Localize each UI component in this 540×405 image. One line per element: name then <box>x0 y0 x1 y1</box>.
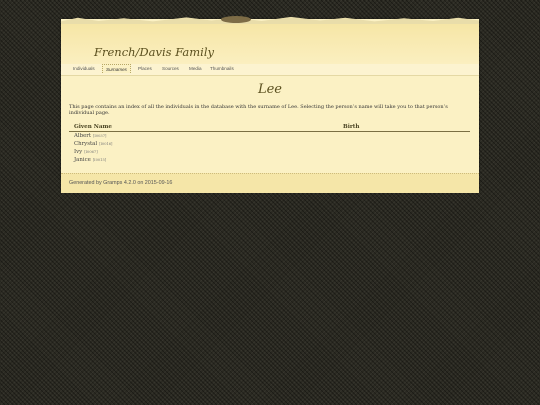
page-footer: Generated by Gramps 4.2.0 on 2015-09-16 <box>61 173 479 193</box>
person-id: [I0015] <box>92 158 107 162</box>
navigation-bar: Individuals Surnames Places Sources Medi… <box>61 64 479 76</box>
person-id: [I0016] <box>99 142 113 146</box>
person-name-link[interactable]: Ivy <box>74 149 82 155</box>
person-id: [I0067] <box>84 150 98 154</box>
table-row[interactable]: Ivy [I0067] <box>74 149 98 155</box>
page-title: Lee <box>257 82 283 97</box>
page-description: This page contains an index of all the i… <box>69 104 448 117</box>
nav-item-surnames[interactable]: Surnames <box>102 64 131 73</box>
nav-item-media[interactable]: Media <box>189 66 202 71</box>
nav-item-thumbnails[interactable]: Thumbnails <box>210 66 234 71</box>
nav-item-sources[interactable]: Sources <box>162 66 179 71</box>
site-title: French/Davis Family <box>94 45 215 59</box>
page-container: French/Davis Family Individuals Surnames… <box>61 16 479 193</box>
table-row[interactable]: Chrystal [I0016] <box>74 141 112 147</box>
column-header-given-name: Given Name <box>74 124 112 130</box>
table-header: Given Name Birth <box>69 124 470 132</box>
nav-item-places[interactable]: Places <box>138 66 152 71</box>
column-header-birth: Birth <box>343 124 360 130</box>
nav-item-individuals[interactable]: Individuals <box>73 66 95 71</box>
person-name-link[interactable]: Janice <box>74 157 91 163</box>
person-name-link[interactable]: Albert <box>74 133 91 139</box>
site-header: French/Davis Family <box>61 24 479 64</box>
person-name-link[interactable]: Chrystal <box>74 141 97 147</box>
table-row[interactable]: Albert [I0037] <box>74 133 106 139</box>
footer-generated-text: Generated by Gramps 4.2.0 on 2015-09-16 <box>69 180 173 186</box>
tape-decoration <box>221 16 251 23</box>
table-row[interactable]: Janice [I0015] <box>74 157 106 163</box>
person-id: [I0037] <box>93 134 107 138</box>
